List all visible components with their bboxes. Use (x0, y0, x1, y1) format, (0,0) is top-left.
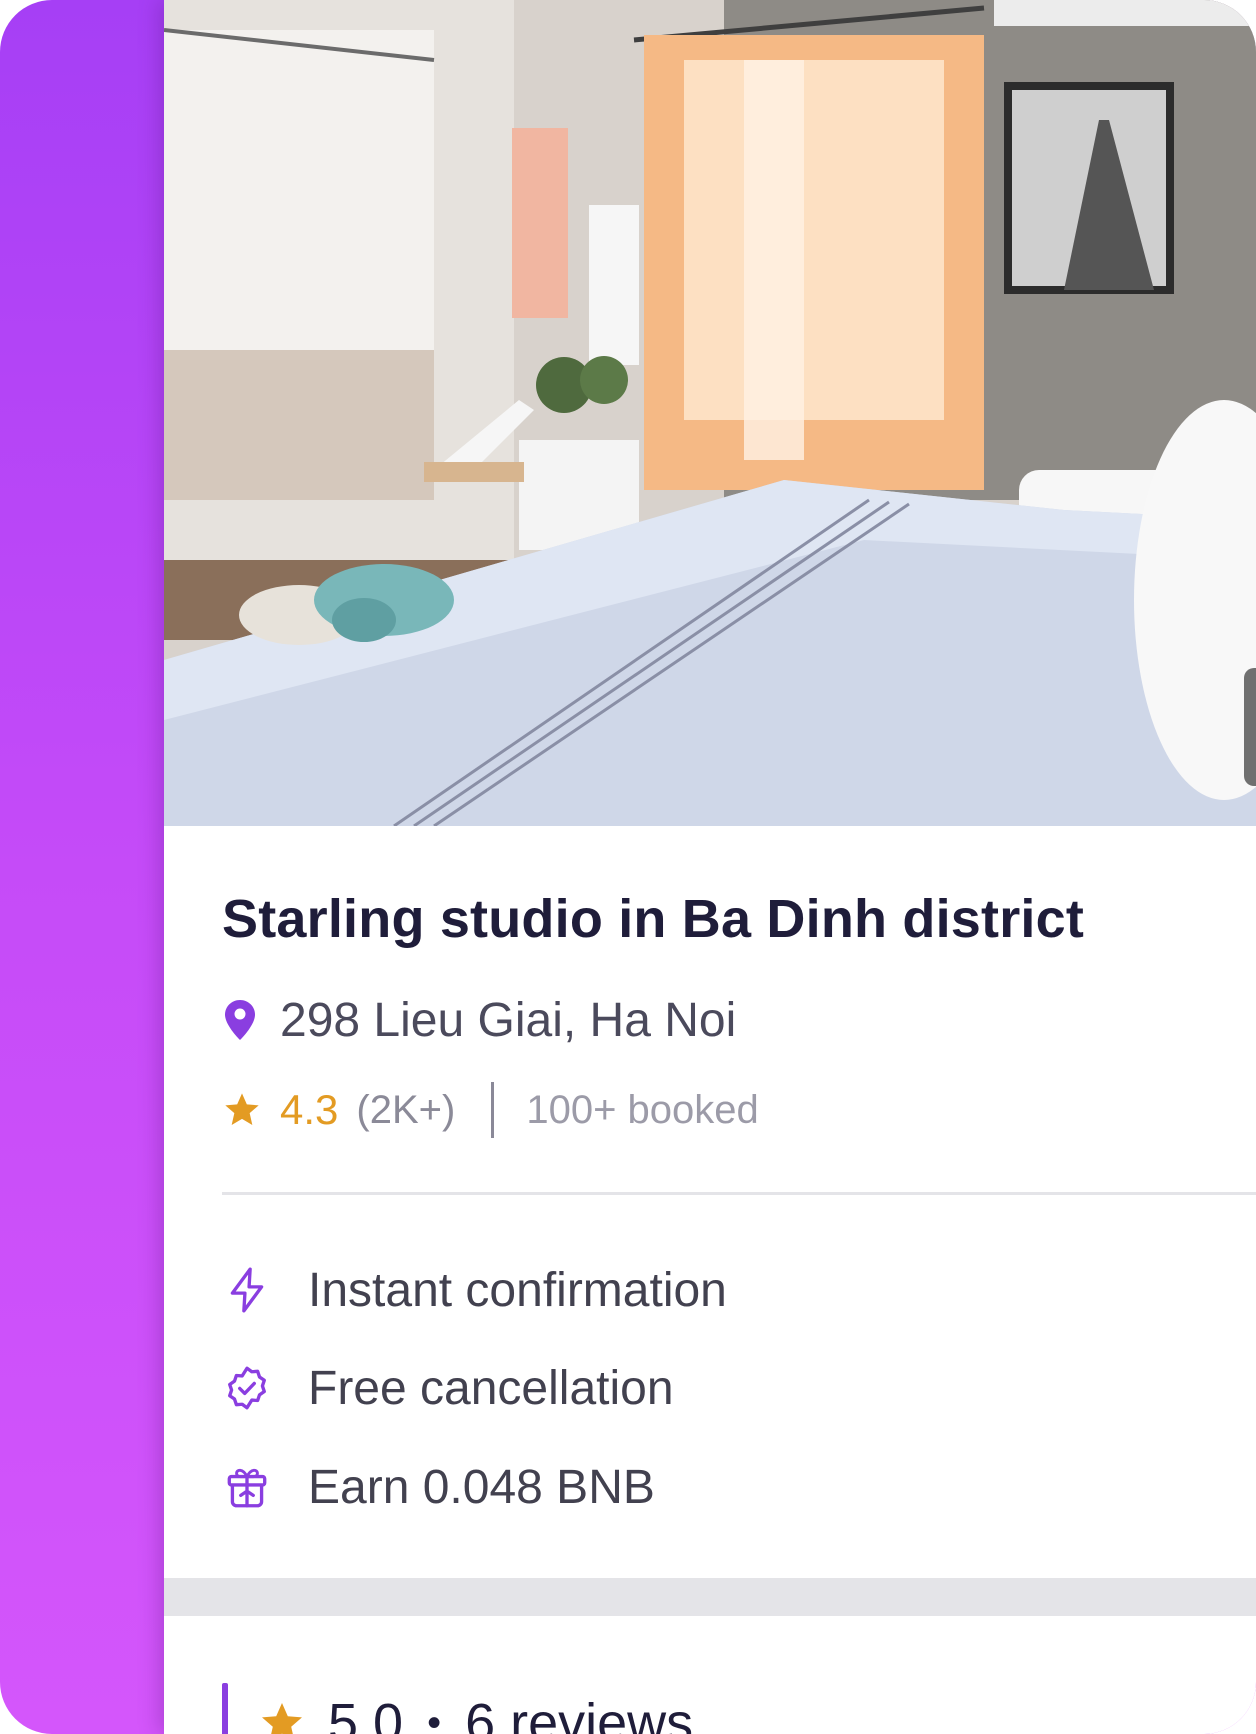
star-icon (262, 1703, 302, 1734)
feature-instant-confirmation: Instant confirmation (222, 1258, 727, 1322)
star-icon (225, 1093, 259, 1125)
separator-dot: • (427, 1700, 442, 1734)
room-photo-illustration (164, 0, 1256, 826)
feature-label: Instant confirmation (308, 1263, 727, 1317)
booked-count: 100+ booked (526, 1087, 759, 1132)
section-separator-band (164, 1578, 1256, 1616)
review-count: 6 reviews (465, 1693, 694, 1734)
rating-value: 4.3 (280, 1086, 339, 1133)
address-row: 298 Lieu Giai, Ha Noi (222, 990, 736, 1050)
feature-label: Free cancellation (308, 1361, 674, 1415)
location-pin-icon (225, 1000, 255, 1040)
app-frame: Starling studio in Ba Dinh district 298 … (0, 0, 1256, 1734)
feature-earn-bnb: Earn 0.048 BNB (222, 1455, 655, 1519)
listing-title: Starling studio in Ba Dinh district (222, 889, 1085, 949)
divider (491, 1082, 495, 1138)
review-score: 5.0 (328, 1693, 404, 1734)
section-divider (222, 1192, 1256, 1195)
listing-photo[interactable] (164, 0, 1256, 826)
rating-count: (2K+) (356, 1087, 456, 1132)
verified-badge-icon (228, 1366, 266, 1410)
rating-row: 4.3 (2K+) 100+ booked (222, 1080, 759, 1140)
listing-card: Starling studio in Ba Dinh district 298 … (164, 0, 1256, 1734)
scroll-handle[interactable] (1244, 668, 1256, 786)
accent-bar (222, 1683, 228, 1734)
feature-label: Earn 0.048 BNB (308, 1460, 655, 1514)
reviews-summary[interactable]: 5.0 • 6 reviews (222, 1683, 694, 1734)
address-text: 298 Lieu Giai, Ha Noi (280, 993, 737, 1047)
gift-icon (227, 1468, 267, 1508)
feature-free-cancellation: Free cancellation (222, 1356, 674, 1420)
lightning-icon (230, 1267, 264, 1313)
